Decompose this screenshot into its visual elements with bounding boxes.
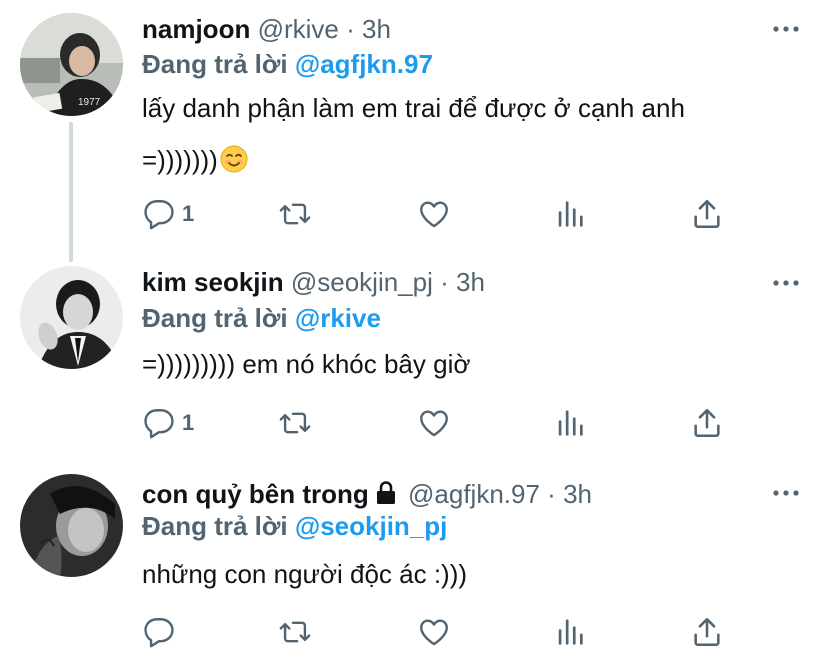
reply-count: 1 (182, 201, 195, 226)
share-icon (694, 617, 720, 647)
comment-icon (144, 200, 174, 230)
user-handle[interactable]: @seokjin_pj (291, 267, 433, 297)
display-name[interactable]: namjoon (142, 14, 250, 44)
avatar[interactable] (20, 474, 123, 577)
user-handle[interactable]: @rkive (258, 14, 339, 44)
comment-icon (144, 618, 174, 648)
more-horizontal-icon[interactable] (772, 276, 800, 290)
timestamp[interactable]: 3h (362, 14, 391, 44)
separator-dot: · (346, 14, 355, 44)
tweet-header: kim seokjin @seokjin_pj · 3h (142, 266, 485, 298)
more-horizontal-icon[interactable] (772, 486, 800, 500)
like-button[interactable] (417, 614, 451, 650)
lock-icon (376, 481, 395, 504)
avatar[interactable] (20, 266, 123, 369)
comment-icon (144, 409, 174, 439)
like-button[interactable] (417, 196, 451, 232)
reply-button[interactable]: 1 (142, 405, 194, 441)
replying-to-label: Đang trả lời (142, 303, 288, 333)
display-name[interactable]: con quỷ bên trong (142, 479, 369, 509)
more-horizontal-icon[interactable] (772, 22, 800, 36)
analytics-icon (558, 410, 583, 436)
tweet-actions: 1 (142, 405, 742, 441)
user-handle[interactable]: @agfjkn.97 (408, 479, 540, 509)
tweet-text: =))))))))) em nó khóc bây giờ (142, 338, 802, 390)
avatar[interactable]: 1977 (20, 13, 123, 116)
tweet-header: namjoon @rkive · 3h (142, 13, 391, 45)
views-button[interactable] (553, 196, 587, 232)
reply-mention-link[interactable]: @rkive (295, 303, 381, 333)
analytics-icon (558, 619, 583, 645)
tweet-text-line-2: =))))))) (142, 134, 802, 186)
replying-to: Đang trả lời @rkive (142, 302, 381, 334)
retweet-button[interactable] (277, 614, 313, 650)
share-button[interactable] (690, 405, 724, 441)
retweet-button[interactable] (277, 196, 313, 232)
views-button[interactable] (553, 614, 587, 650)
retweet-icon (279, 203, 311, 225)
tweet-text-emoticon: =))))))) (142, 145, 218, 175)
share-button[interactable] (690, 196, 724, 232)
retweet-button[interactable] (277, 405, 313, 441)
heart-icon (420, 201, 448, 228)
tweet-text-line: lấy danh phận làm em trai để được ở cạnh… (142, 93, 685, 123)
reply-button[interactable] (142, 614, 182, 650)
display-name[interactable]: kim seokjin (142, 267, 284, 297)
replying-to: Đang trả lời @seokjin_pj (142, 510, 447, 542)
replying-to: Đang trả lời @agfjkn.97 (142, 48, 433, 80)
reply-mention-link[interactable]: @seokjin_pj (295, 511, 448, 541)
separator-dot: · (440, 267, 449, 297)
heart-icon (420, 410, 448, 437)
timestamp[interactable]: 3h (563, 479, 592, 509)
heart-icon (420, 619, 448, 646)
replying-to-label: Đang trả lời (142, 49, 288, 79)
reply-button[interactable]: 1 (142, 196, 194, 232)
reply-mention-link[interactable]: @agfjkn.97 (295, 49, 433, 79)
tweet-text: lấy danh phận làm em trai để được ở cạnh… (142, 82, 802, 186)
retweet-icon (279, 412, 311, 434)
svg-text:1977: 1977 (78, 97, 101, 108)
views-button[interactable] (553, 405, 587, 441)
retweet-icon (279, 621, 311, 643)
timestamp[interactable]: 3h (456, 267, 485, 297)
tweet-actions (142, 614, 742, 650)
tweet-actions: 1 (142, 196, 742, 232)
share-icon (694, 199, 720, 229)
smiling-face-icon (220, 145, 248, 173)
like-button[interactable] (417, 405, 451, 441)
replying-to-label: Đang trả lời (142, 511, 288, 541)
analytics-icon (558, 201, 583, 227)
tweet-text: những con người độc ác :))) (142, 548, 802, 600)
tweet-text-line: =))))))))) em nó khóc bây giờ (142, 349, 471, 379)
separator-dot: · (547, 479, 556, 509)
tweet-text-line: những con người độc ác :))) (142, 559, 468, 589)
share-button[interactable] (690, 614, 724, 650)
share-icon (694, 408, 720, 438)
reply-count: 1 (182, 410, 195, 435)
tweet-header: con quỷ bên trong @agfjkn.97 · 3h (142, 478, 592, 510)
thread-connector-line (69, 122, 73, 262)
